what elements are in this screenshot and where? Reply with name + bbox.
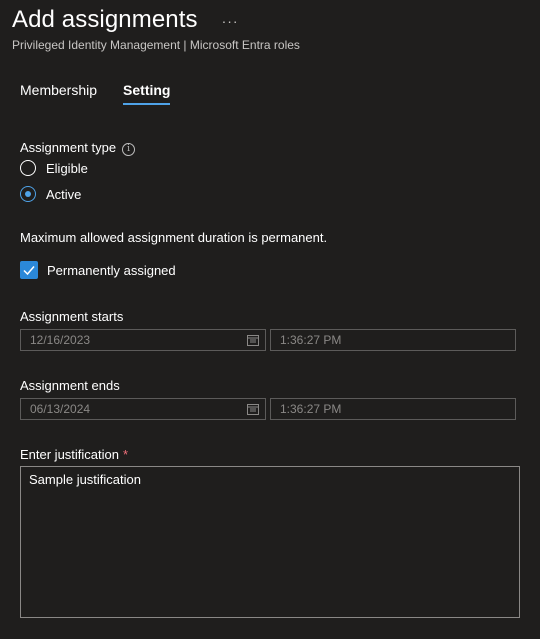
- tab-bar: Membership Setting: [20, 82, 171, 105]
- info-icon[interactable]: i: [122, 143, 136, 156]
- calendar-icon[interactable]: [247, 335, 259, 346]
- title-row: Add assignments ···: [12, 6, 239, 34]
- start-date-input[interactable]: 12/16/2023: [20, 329, 266, 351]
- start-time-input[interactable]: 1:36:27 PM: [270, 329, 516, 351]
- checkmark-icon: [23, 266, 35, 276]
- assignment-starts-label: Assignment starts: [20, 309, 124, 324]
- required-mark: *: [123, 447, 129, 462]
- calendar-icon[interactable]: [247, 404, 259, 415]
- end-date-input[interactable]: 06/13/2024: [20, 398, 266, 420]
- assignment-type-label: Assignment type i: [20, 140, 136, 156]
- tab-membership[interactable]: Membership: [20, 82, 97, 104]
- assignment-ends-label: Assignment ends: [20, 378, 120, 393]
- add-assignments-panel: Add assignments ··· Privileged Identity …: [0, 0, 540, 639]
- justification-label-text: Enter justification: [20, 447, 119, 462]
- radio-active-label: Active: [46, 186, 82, 202]
- radio-eligible-circle[interactable]: [20, 160, 36, 176]
- page-title: Add assignments: [12, 6, 198, 33]
- permanently-assigned-checkbox-row[interactable]: Permanently assigned: [20, 261, 176, 279]
- end-time-input[interactable]: 1:36:27 PM: [270, 398, 516, 420]
- justification-label: Enter justification *: [20, 447, 128, 462]
- radio-active[interactable]: Active: [20, 186, 81, 202]
- duration-note: Maximum allowed assignment duration is p…: [20, 230, 328, 245]
- assignment-type-text: Assignment type: [20, 140, 117, 155]
- tab-setting[interactable]: Setting: [123, 82, 171, 105]
- start-date-value: 12/16/2023: [30, 333, 91, 347]
- end-date-value: 06/13/2024: [30, 402, 91, 416]
- radio-eligible[interactable]: Eligible: [20, 160, 88, 176]
- more-options-icon[interactable]: ···: [222, 13, 239, 29]
- page-subtitle: Privileged Identity Management | Microso…: [12, 38, 300, 52]
- justification-textarea[interactable]: Sample justification: [20, 466, 520, 618]
- permanently-assigned-label: Permanently assigned: [47, 262, 176, 278]
- radio-eligible-label: Eligible: [46, 160, 88, 176]
- radio-active-circle[interactable]: [20, 186, 36, 202]
- permanently-assigned-checkbox[interactable]: [20, 261, 38, 279]
